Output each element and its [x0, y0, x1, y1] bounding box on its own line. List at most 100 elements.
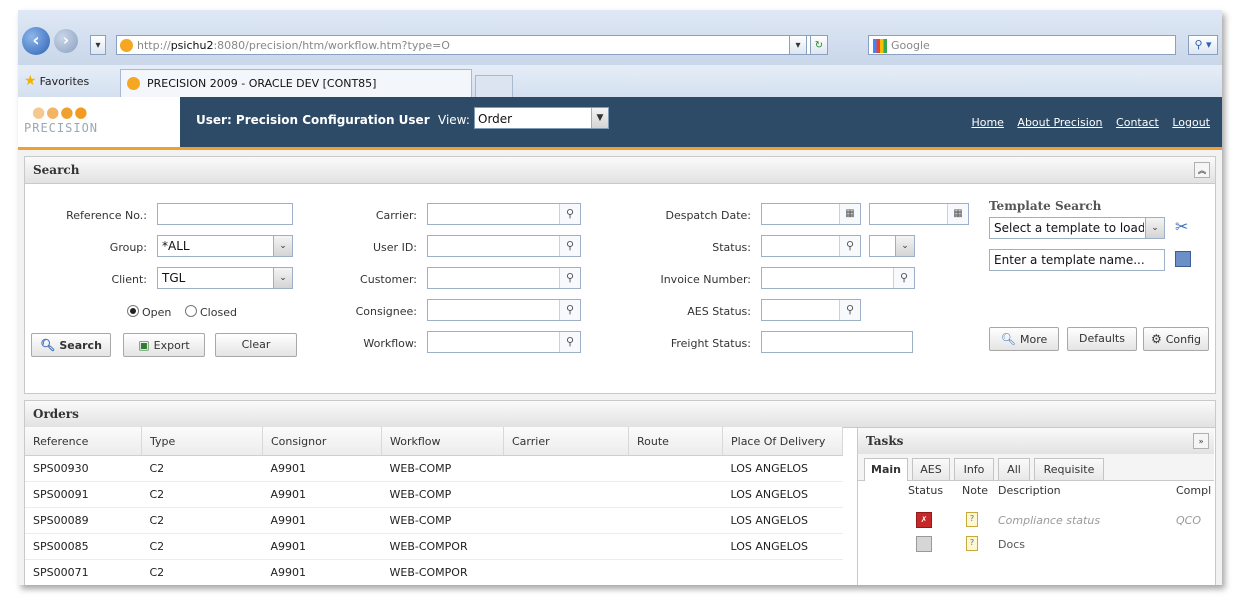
template-name-input[interactable]: Enter a template name...	[989, 249, 1165, 271]
browser-window: ‹ › ▾ http://psichu2:8080/precision/htm/…	[18, 10, 1222, 585]
client-select-value: TGL	[162, 271, 186, 285]
note-icon[interactable]: ?	[966, 536, 978, 551]
refresh-icon[interactable]: ↻	[810, 35, 828, 55]
collapse-up-icon[interactable]: ︽	[1194, 162, 1210, 178]
note-icon[interactable]: ?	[966, 512, 978, 527]
defaults-button[interactable]: Defaults	[1067, 327, 1137, 351]
logout-link[interactable]: Logout	[1172, 116, 1210, 129]
calendar-icon[interactable]: ▦	[839, 204, 860, 224]
favorites-button[interactable]: ★ Favorites	[24, 73, 89, 89]
history-dropdown-icon[interactable]: ▾	[90, 35, 106, 55]
tasks-panel: Tasks » Main AES Info All Requisite Stat…	[857, 427, 1214, 585]
forward-button[interactable]: ›	[54, 29, 78, 53]
table-row[interactable]: SPS00071 C2 A9901 WEB-COMPOR	[25, 559, 843, 585]
despatch-date-to[interactable]: ▦	[869, 203, 969, 225]
about-link[interactable]: About Precision	[1017, 116, 1102, 129]
invoice-number-input[interactable]: ⚲	[761, 267, 915, 289]
column-header[interactable]: Place Of Delivery	[722, 427, 843, 456]
cell-route	[628, 455, 723, 482]
search-button[interactable]: 🔍︎ Search	[31, 333, 111, 357]
despatch-date-from[interactable]: ▦	[761, 203, 861, 225]
browser-tab[interactable]: PRECISION 2009 - ORACLE DEV [CONT85]	[120, 69, 472, 97]
cell-carrier	[503, 455, 629, 482]
search-button-label: Search	[59, 339, 102, 352]
lookup-icon[interactable]: ⚲	[559, 300, 580, 320]
open-radio[interactable]: Open	[127, 305, 171, 319]
tab-all[interactable]: All	[998, 458, 1030, 480]
open-radio-label: Open	[142, 306, 172, 319]
consignee-input[interactable]: ⚲	[427, 299, 581, 321]
address-input[interactable]: http://psichu2:8080/precision/htm/workfl…	[116, 35, 816, 55]
orders-panel-title: Orders	[33, 407, 79, 421]
home-link[interactable]: Home	[971, 116, 1003, 129]
save-disk-icon[interactable]	[1175, 251, 1191, 267]
search-box[interactable]: Google	[868, 35, 1176, 55]
client-select[interactable]: TGL ⌄	[157, 267, 293, 289]
favorites-bar: ★ Favorites PRECISION 2009 - ORACLE DEV […	[18, 65, 1222, 98]
config-button[interactable]: ⚙ Config	[1143, 327, 1209, 351]
tab-requisite[interactable]: Requisite	[1034, 458, 1104, 480]
task-description[interactable]: Compliance status	[998, 514, 1100, 527]
search-panel: Search ︽ Reference No.: Group: *ALL ⌄ Cl…	[24, 156, 1216, 394]
gear-icon: ⚙	[1150, 332, 1162, 346]
tab-main[interactable]: Main	[864, 458, 908, 481]
status-select[interactable]: ⌄	[869, 235, 915, 257]
back-button[interactable]: ‹	[22, 27, 50, 55]
lookup-icon[interactable]: ⚲	[559, 268, 580, 288]
template-select[interactable]: Select a template to load ⌄	[989, 217, 1165, 239]
column-header[interactable]: Route	[628, 427, 723, 456]
tasks-panel-header: Tasks »	[858, 428, 1214, 455]
cell-consignor: A9901	[262, 481, 382, 508]
lookup-icon[interactable]: ⚲	[893, 268, 914, 288]
freight-status-input[interactable]	[761, 331, 913, 353]
table-row[interactable]: SPS00085 C2 A9901 WEB-COMPOR LOS ANGELOS	[25, 533, 843, 560]
column-header[interactable]: Workflow	[381, 427, 504, 456]
scissors-icon[interactable]: ✂	[1175, 217, 1188, 236]
radio-selected-icon	[127, 305, 139, 317]
workflow-input[interactable]: ⚲	[427, 331, 581, 353]
lookup-icon[interactable]: ⚲	[559, 204, 580, 224]
column-header[interactable]: Reference	[25, 427, 142, 456]
workflow-label: Workflow:	[363, 337, 417, 350]
carrier-input[interactable]: ⚲	[427, 203, 581, 225]
cell-reference: SPS00085	[25, 533, 142, 560]
cell-workflow: WEB-COMPOR	[381, 533, 504, 560]
status-input[interactable]: ⚲	[761, 235, 861, 257]
tab-aes[interactable]: AES	[912, 458, 950, 480]
consignee-label: Consignee:	[355, 305, 417, 318]
more-button[interactable]: 🔍︎ More	[989, 327, 1059, 351]
closed-radio[interactable]: Closed	[185, 305, 237, 319]
calendar-icon[interactable]: ▦	[947, 204, 968, 224]
lookup-icon[interactable]: ⚲	[839, 300, 860, 320]
more-button-label: More	[1019, 333, 1048, 346]
group-select[interactable]: *ALL ⌄	[157, 235, 293, 257]
reference-input[interactable]	[157, 203, 293, 225]
clear-button[interactable]: Clear	[215, 333, 297, 357]
table-row[interactable]: SPS00091 C2 A9901 WEB-COMP LOS ANGELOS	[25, 481, 843, 508]
url-dropdown-icon[interactable]: ▾	[789, 35, 807, 55]
column-header[interactable]: Carrier	[503, 427, 629, 456]
export-button[interactable]: ▣ Export	[123, 333, 205, 357]
orders-panel-header: Orders	[25, 401, 1215, 428]
group-select-value: *ALL	[162, 239, 190, 253]
task-description[interactable]: Docs	[998, 538, 1025, 551]
expand-right-icon[interactable]: »	[1193, 433, 1209, 449]
table-row[interactable]: SPS00089 C2 A9901 WEB-COMP LOS ANGELOS	[25, 507, 843, 534]
column-header[interactable]: Consignor	[262, 427, 382, 456]
lookup-icon[interactable]: ⚲	[559, 332, 580, 352]
userid-input[interactable]: ⚲	[427, 235, 581, 257]
aes-status-input[interactable]: ⚲	[761, 299, 861, 321]
column-header[interactable]: Type	[141, 427, 263, 456]
table-row[interactable]: SPS00930 C2 A9901 WEB-COMP LOS ANGELOS	[25, 455, 843, 482]
new-tab-button[interactable]	[475, 75, 513, 98]
search-go-icon[interactable]: ⚲ ▾	[1188, 35, 1218, 55]
lookup-icon[interactable]: ⚲	[839, 236, 860, 256]
tab-info[interactable]: Info	[954, 458, 994, 480]
cell-type: C2	[141, 559, 263, 585]
lookup-icon[interactable]: ⚲	[559, 236, 580, 256]
view-select[interactable]: Order ▼	[474, 107, 609, 129]
customer-input[interactable]: ⚲	[427, 267, 581, 289]
contact-link[interactable]: Contact	[1116, 116, 1159, 129]
cell-type: C2	[141, 507, 263, 534]
reference-label: Reference No.:	[66, 209, 147, 222]
